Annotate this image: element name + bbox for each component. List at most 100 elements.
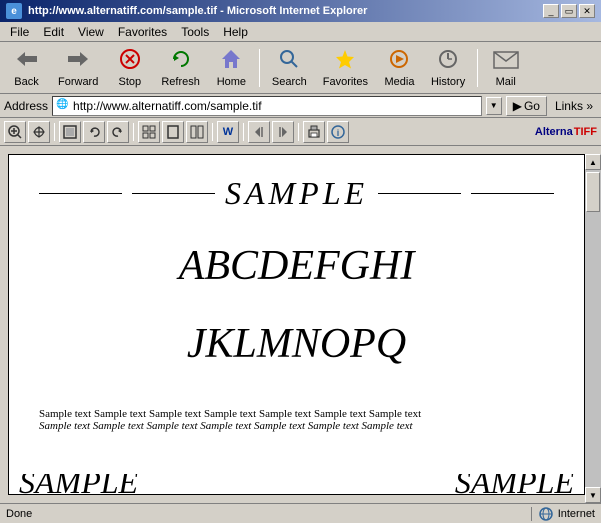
mail-label: Mail xyxy=(496,76,516,88)
scroll-thumb[interactable] xyxy=(586,172,600,212)
history-label: History xyxy=(431,76,465,88)
forward-icon xyxy=(66,48,90,74)
scroll-up-button[interactable]: ▲ xyxy=(585,154,601,170)
plugin-btn-info[interactable]: i xyxy=(327,121,349,143)
plugin-sep-5 xyxy=(298,123,299,141)
favorites-label: Favorites xyxy=(323,76,368,88)
home-icon xyxy=(220,48,242,74)
svg-text:i: i xyxy=(337,128,340,138)
app-icon: e xyxy=(6,3,22,19)
media-button[interactable]: Media xyxy=(377,45,422,91)
address-bar: Address 🌐 ▼ ▶ Go Links » xyxy=(0,94,601,118)
plugin-logo: AlternaTIFF xyxy=(535,126,597,138)
plugin-btn-word[interactable]: W xyxy=(217,121,239,143)
refresh-label: Refresh xyxy=(161,76,200,88)
maximize-button[interactable]: ▭ xyxy=(561,4,577,18)
menu-view[interactable]: View xyxy=(72,23,110,41)
plugin-btn-rotate-cw[interactable] xyxy=(107,121,129,143)
close-button[interactable]: ✕ xyxy=(579,4,595,18)
plugin-sep-2 xyxy=(133,123,134,141)
home-button[interactable]: Home xyxy=(209,45,254,91)
menu-edit[interactable]: Edit xyxy=(37,23,70,41)
toolbar-separator-2 xyxy=(477,49,478,87)
main-area: SAMPLE ABCDEFGHI JKLMNOPQ Sample text Sa… xyxy=(0,146,601,503)
plugin-btn-pan[interactable] xyxy=(28,121,50,143)
bottom-sample-row: SAMPLE SAMPLE xyxy=(9,474,584,494)
scroll-track[interactable] xyxy=(585,170,601,487)
plugin-toolbar: W i AlternaTIFF xyxy=(0,118,601,146)
plugin-btn-two-page[interactable] xyxy=(186,121,208,143)
search-button[interactable]: Search xyxy=(265,45,314,91)
address-input[interactable] xyxy=(73,99,478,113)
favorites-icon xyxy=(334,48,356,74)
plugin-btn-single-page[interactable] xyxy=(162,121,184,143)
back-label: Back xyxy=(14,76,38,88)
plugin-btn-prev-page[interactable] xyxy=(248,121,270,143)
address-input-wrap: 🌐 xyxy=(52,96,482,116)
menu-tools[interactable]: Tools xyxy=(175,23,215,41)
plugin-sep-1 xyxy=(54,123,55,141)
window-controls[interactable]: _ ▭ ✕ xyxy=(543,4,595,18)
menu-help[interactable]: Help xyxy=(217,23,254,41)
stop-icon xyxy=(119,48,141,74)
plugin-btn-zoom-in[interactable] xyxy=(4,121,26,143)
status-text: Done xyxy=(6,508,525,520)
title-bar: e http://www.alternatiff.com/sample.tif … xyxy=(0,0,601,22)
history-button[interactable]: History xyxy=(424,45,472,91)
search-icon xyxy=(278,48,300,74)
scrollbar-vertical: ▲ ▼ xyxy=(585,154,601,503)
media-label: Media xyxy=(385,76,415,88)
plugin-btn-rotate-ccw[interactable] xyxy=(83,121,105,143)
mail-button[interactable]: Mail xyxy=(483,45,528,91)
plugin-btn-print[interactable] xyxy=(303,121,325,143)
scroll-down-button[interactable]: ▼ xyxy=(585,487,601,503)
plugin-btn-fit-page[interactable] xyxy=(59,121,81,143)
favicon-icon: 🌐 xyxy=(56,99,70,113)
back-button[interactable]: Back xyxy=(4,45,49,91)
plugin-logo-tiff: TIFF xyxy=(574,126,597,138)
plugin-sep-4 xyxy=(243,123,244,141)
go-label: Go xyxy=(524,99,540,113)
history-icon xyxy=(437,48,459,74)
menu-bar: File Edit View Favorites Tools Help xyxy=(0,22,601,42)
address-label: Address xyxy=(4,99,48,113)
go-button[interactable]: ▶ Go xyxy=(506,96,547,116)
links-button[interactable]: Links » xyxy=(551,99,597,113)
bottom-sample-right: SAMPLE xyxy=(455,474,574,490)
status-zone-label: Internet xyxy=(558,508,595,520)
stop-button[interactable]: Stop xyxy=(107,45,152,91)
bottom-sample-left: SAMPLE xyxy=(19,474,138,490)
status-bar: Done Internet xyxy=(0,503,601,523)
plugin-btn-next-page[interactable] xyxy=(272,121,294,143)
plugin-sep-3 xyxy=(212,123,213,141)
mail-icon xyxy=(493,48,519,74)
doc-text-row2: JKLMNOPQ xyxy=(187,320,406,368)
forward-label: Forward xyxy=(58,76,98,88)
doc-text-row1: ABCDEFGHI xyxy=(179,242,415,290)
plugin-logo-text: Alterna xyxy=(535,126,573,138)
favorites-button[interactable]: Favorites xyxy=(316,45,375,91)
forward-button[interactable]: Forward xyxy=(51,45,105,91)
doc-sample-text-normal: Sample text Sample text Sample text Samp… xyxy=(29,408,564,432)
minimize-button[interactable]: _ xyxy=(543,4,559,18)
window-title: http://www.alternatiff.com/sample.tif - … xyxy=(28,5,367,17)
back-icon xyxy=(15,48,39,74)
sample-title-text: SAMPLE xyxy=(225,175,368,212)
document-view: SAMPLE ABCDEFGHI JKLMNOPQ Sample text Sa… xyxy=(8,154,585,495)
refresh-button[interactable]: Refresh xyxy=(154,45,207,91)
toolbar-separator-1 xyxy=(259,49,260,87)
address-dropdown[interactable]: ▼ xyxy=(486,97,502,115)
search-label: Search xyxy=(272,76,307,88)
menu-favorites[interactable]: Favorites xyxy=(112,23,173,41)
media-icon xyxy=(388,48,410,74)
stop-label: Stop xyxy=(119,76,142,88)
refresh-icon xyxy=(170,48,192,74)
home-label: Home xyxy=(217,76,246,88)
doc-title: SAMPLE xyxy=(29,175,564,212)
menu-file[interactable]: File xyxy=(4,23,35,41)
status-zone: Internet xyxy=(531,507,595,521)
go-arrow-icon: ▶ xyxy=(513,99,522,113)
toolbar: Back Forward Stop Refresh Home Search xyxy=(0,42,601,94)
plugin-btn-view-mode[interactable] xyxy=(138,121,160,143)
internet-zone-icon xyxy=(538,507,554,521)
